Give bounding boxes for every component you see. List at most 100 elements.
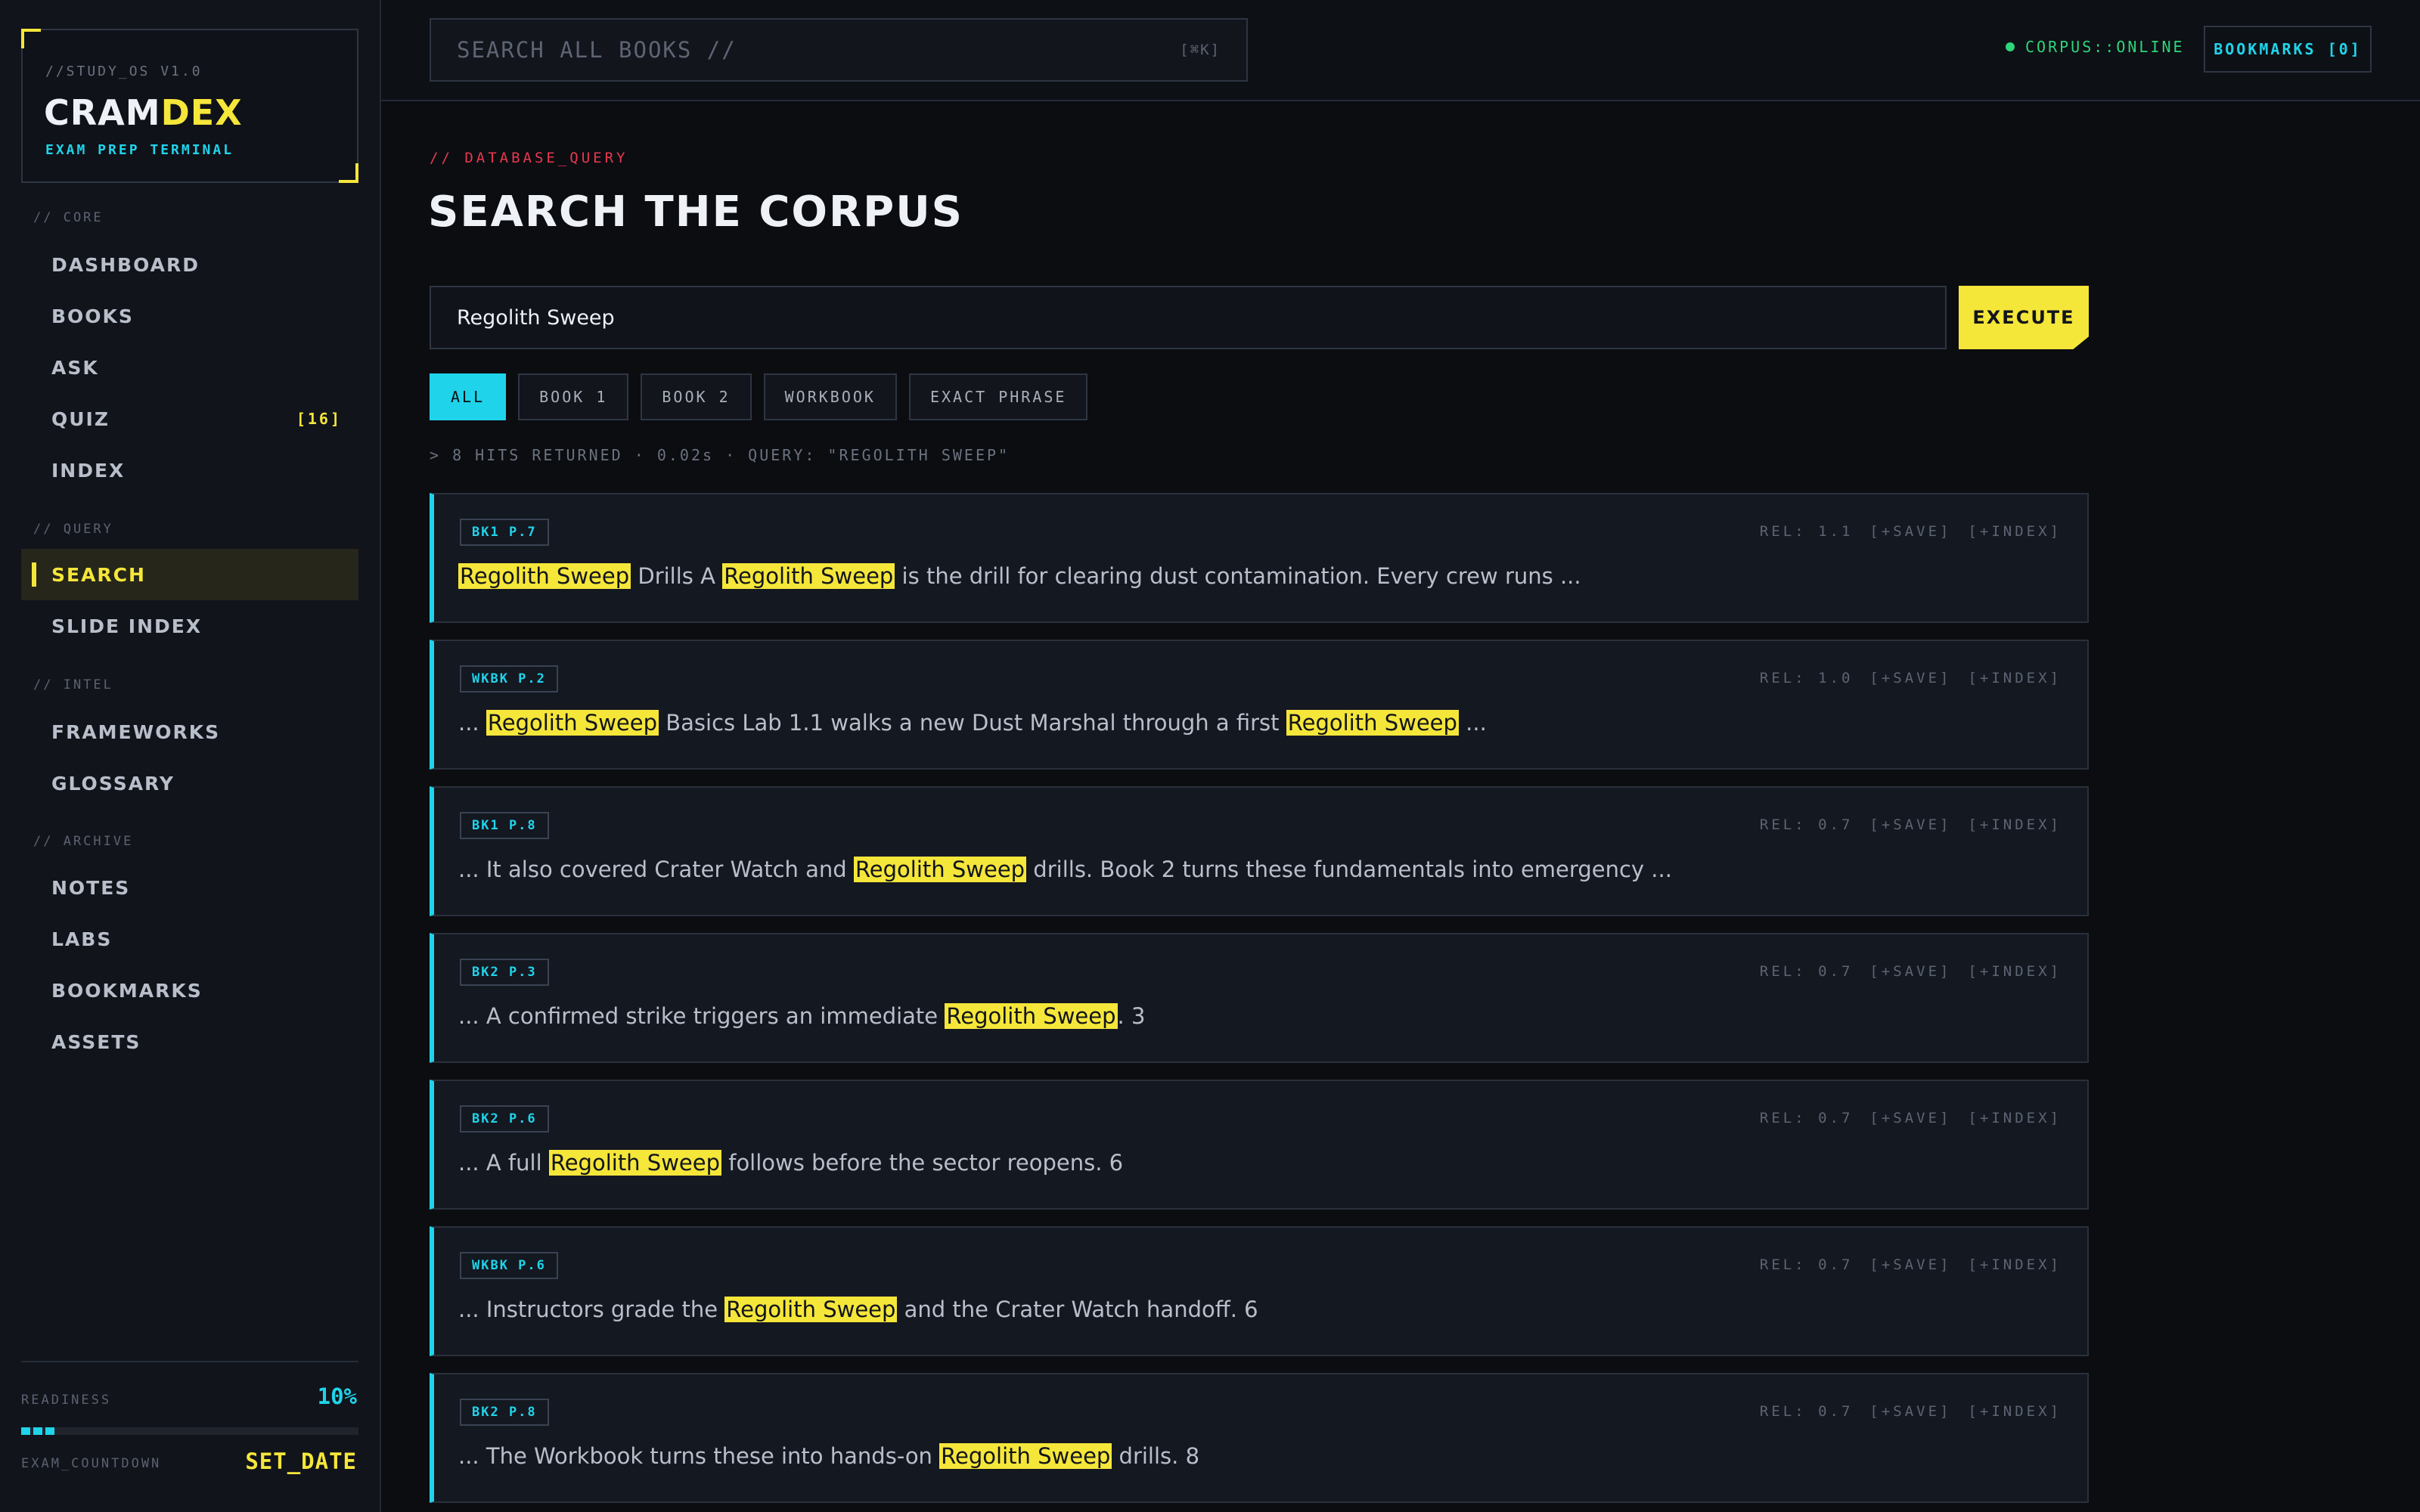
sidebar-item-labs[interactable]: LABS xyxy=(21,913,358,965)
highlighted-match: Regolith Sweep xyxy=(939,1443,1112,1469)
sidebar-item-label: BOOKMARKS xyxy=(51,979,203,1002)
sidebar-item-label: LABS xyxy=(51,928,113,950)
snippet-text: ... It also covered Crater Watch and xyxy=(458,857,854,882)
result-card[interactable]: BK1 P.7 REL: 1.1 [+SAVE] [+INDEX] Regolith S… xyxy=(430,493,2089,623)
save-result-button[interactable]: [+SAVE] xyxy=(1869,816,1951,833)
nav-group-label: // ARCHIVE xyxy=(33,834,134,849)
app-logo: CRAMDEX xyxy=(44,92,243,133)
filter-exact-phrase[interactable]: EXACT PHRASE xyxy=(908,373,1088,420)
index-result-button[interactable]: [+INDEX] xyxy=(1968,670,2062,686)
top-bar: SEARCH ALL BOOKS // [⌘K] CORPUS::ONLINE … xyxy=(381,0,2420,101)
highlighted-match: Regolith Sweep xyxy=(853,857,1027,882)
snippet-text: is the drill for clearing dust contamina… xyxy=(895,563,1581,589)
relevance-score: REL: 0.7 xyxy=(1759,816,1854,833)
result-card[interactable]: WKBK P.2 REL: 1.0 [+SAVE] [+INDEX]... Regol… xyxy=(430,640,2089,770)
snippet-text: and the Crater Watch handoff. 6 xyxy=(897,1297,1258,1322)
result-source-tag: BK2 P.6 xyxy=(460,1105,549,1132)
index-result-button[interactable]: [+INDEX] xyxy=(1968,523,2062,540)
sidebar-item-index[interactable]: INDEX xyxy=(21,445,358,496)
sidebar-item-dashboard[interactable]: DASHBOARD xyxy=(21,239,358,290)
result-card[interactable]: BK2 P.6 REL: 0.7 [+SAVE] [+INDEX] ... A full… xyxy=(430,1080,2089,1210)
result-card[interactable]: BK1 P.8 REL: 0.7 [+SAVE] [+INDEX] ... It als… xyxy=(430,786,2089,916)
readiness-label: READINESS xyxy=(21,1393,112,1408)
index-result-button[interactable]: [+INDEX] xyxy=(1968,1110,2062,1126)
corpus-status: CORPUS::ONLINE xyxy=(2006,38,2185,56)
sidebar-item-bookmarks[interactable]: BOOKMARKS xyxy=(21,965,358,1016)
snippet-text: drills. 8 xyxy=(1112,1443,1200,1469)
sidebar-item-label: ASSETS xyxy=(51,1030,141,1053)
highlighted-match: Regolith Sweep xyxy=(1286,710,1459,736)
result-snippet: ... It also covered Crater Watch and Reg… xyxy=(458,854,1672,885)
sidebar-item-label: GLOSSARY xyxy=(51,772,175,795)
quiz-count-badge: [16] xyxy=(296,410,342,428)
filter-all[interactable]: ALL xyxy=(430,373,507,420)
highlighted-match: Regolith Sweep xyxy=(486,710,659,736)
sidebar-item-label: ASK xyxy=(51,356,99,379)
sidebar-item-label: DASHBOARD xyxy=(51,253,200,276)
save-result-button[interactable]: [+SAVE] xyxy=(1869,1403,1951,1420)
save-result-button[interactable]: [+SAVE] xyxy=(1869,963,1951,980)
sidebar-item-search[interactable]: SEARCH xyxy=(21,549,358,600)
result-card[interactable]: BK2 P.3 REL: 0.7 [+SAVE] [+INDEX] ... A conf… xyxy=(430,933,2089,1063)
result-snippet: ... A confirmed strike triggers an immed… xyxy=(458,1001,1145,1031)
index-result-button[interactable]: [+INDEX] xyxy=(1968,816,2062,833)
nav-group-label: // INTEL xyxy=(33,677,113,692)
logo-part-a: CRAM xyxy=(44,92,161,133)
filter-book-1[interactable]: BOOK 1 xyxy=(518,373,629,420)
set-date-button[interactable]: SET_DATE xyxy=(245,1448,357,1474)
snippet-text: ... xyxy=(1458,710,1487,736)
snippet-text: follows before the sector reopens. 6 xyxy=(721,1150,1124,1176)
countdown-label: EXAM_COUNTDOWN xyxy=(21,1456,162,1471)
sidebar-item-assets[interactable]: ASSETS xyxy=(21,1016,358,1067)
sidebar-item-books[interactable]: BOOKS xyxy=(21,290,358,342)
global-search-input[interactable]: SEARCH ALL BOOKS // [⌘K] xyxy=(430,18,1248,82)
save-result-button[interactable]: [+SAVE] xyxy=(1869,1110,1951,1126)
relevance-score: REL: 0.7 xyxy=(1759,963,1854,980)
sidebar-item-frameworks[interactable]: FRAMEWORKS xyxy=(21,706,358,758)
snippet-text: ... xyxy=(458,710,486,736)
index-result-button[interactable]: [+INDEX] xyxy=(1968,1256,2062,1273)
result-source-tag: WKBK P.2 xyxy=(460,665,558,692)
result-card[interactable]: WKBK P.6 REL: 0.7 [+SAVE] [+INDEX] ... Instr… xyxy=(430,1226,2089,1356)
sidebar-item-label: SEARCH xyxy=(51,563,146,586)
result-source-tag: WKBK P.6 xyxy=(460,1252,558,1279)
sidebar-item-notes[interactable]: NOTES xyxy=(21,862,358,913)
status-dot-icon xyxy=(2006,42,2015,51)
readiness-progress-bar xyxy=(21,1427,358,1435)
relevance-score: REL: 1.0 xyxy=(1759,670,1854,686)
bookmarks-button[interactable]: BOOKMARKS [0] xyxy=(2204,26,2372,73)
query-input[interactable]: Regolith Sweep xyxy=(430,286,1947,349)
relevance-score: REL: 0.7 xyxy=(1759,1110,1854,1126)
save-result-button[interactable]: [+SAVE] xyxy=(1869,1256,1951,1273)
sidebar-item-label: QUIZ xyxy=(51,407,110,430)
result-source-tag: BK1 P.7 xyxy=(460,519,549,546)
query-input-value: Regolith Sweep xyxy=(457,305,615,330)
sidebar-item-ask[interactable]: ASK xyxy=(21,342,358,393)
nav-group-label: // CORE xyxy=(33,210,104,225)
snippet-text: Basics Lab 1.1 walks a new Dust Marshal … xyxy=(659,710,1286,736)
sidebar-item-quiz[interactable]: QUIZ [16] xyxy=(21,393,358,445)
filter-book-2[interactable]: BOOK 2 xyxy=(641,373,752,420)
sidebar-item-glossary[interactable]: GLOSSARY xyxy=(21,758,358,809)
execute-button[interactable]: EXECUTE xyxy=(1959,286,2089,349)
shortcut-hint: [⌘K] xyxy=(1180,42,1221,58)
result-card[interactable]: BK2 P.8 REL: 0.7 [+SAVE] [+INDEX] ... The Wo… xyxy=(430,1373,2089,1503)
snippet-text: drills. Book 2 turns these fundamentals … xyxy=(1026,857,1672,882)
app-version: //STUDY_OS V1.0 xyxy=(45,64,203,79)
index-result-button[interactable]: [+INDEX] xyxy=(1968,963,2062,980)
relevance-score: REL: 0.7 xyxy=(1759,1403,1854,1420)
result-actions: REL: 0.7 [+SAVE] [+INDEX] xyxy=(1743,1110,2062,1126)
index-result-button[interactable]: [+INDEX] xyxy=(1968,1403,2062,1420)
sidebar-item-slide-index[interactable]: SLIDE INDEX xyxy=(21,600,358,652)
nav-group-label: // QUERY xyxy=(33,522,113,537)
snippet-text: ... Instructors grade the xyxy=(458,1297,725,1322)
result-actions: REL: 1.1 [+SAVE] [+INDEX] xyxy=(1743,523,2062,540)
filter-workbook[interactable]: WORKBOOK xyxy=(763,373,897,420)
result-actions: REL: 0.7 [+SAVE] [+INDEX] xyxy=(1743,1403,2062,1420)
corner-accent-top-left xyxy=(21,29,41,48)
save-result-button[interactable]: [+SAVE] xyxy=(1869,670,1951,686)
sidebar-item-label: BOOKS xyxy=(51,305,134,327)
save-result-button[interactable]: [+SAVE] xyxy=(1869,523,1951,540)
breadcrumb: // DATABASE_QUERY xyxy=(430,150,628,166)
result-snippet: ... Instructors grade the Regolith Sweep… xyxy=(458,1294,1258,1325)
